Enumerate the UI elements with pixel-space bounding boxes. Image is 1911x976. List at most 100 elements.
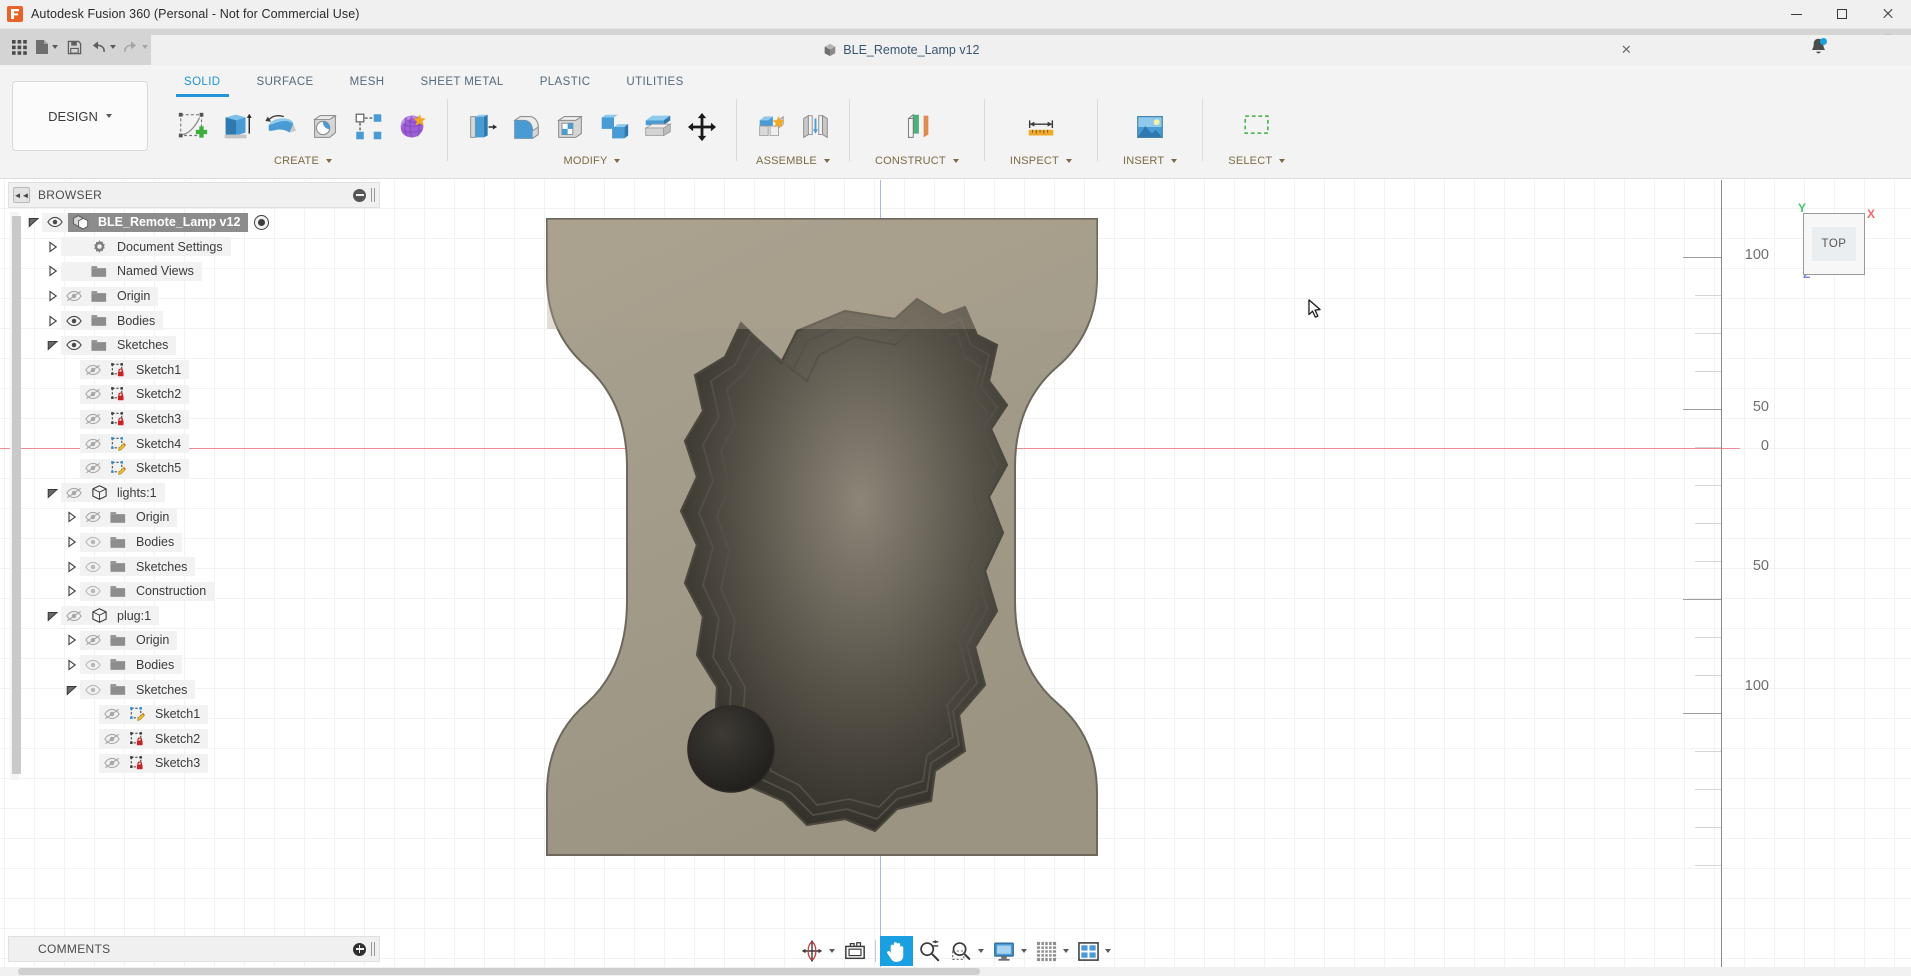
tree-item-sketch2[interactable]: Sketch2 <box>8 382 380 407</box>
offset-plane-button[interactable] <box>893 103 941 151</box>
zoom-tool-button[interactable] <box>913 936 945 966</box>
offset-face-button[interactable] <box>637 103 679 151</box>
tree-item-sketch3[interactable]: Sketch3 <box>8 751 380 776</box>
tree-item-origin[interactable]: Origin <box>8 284 380 309</box>
eye-hidden-icon[interactable] <box>61 286 87 306</box>
look-at-tool-button[interactable] <box>839 936 871 966</box>
tree-item-construction[interactable]: Construction <box>8 579 380 604</box>
tree-item-sketch1[interactable]: Sketch1 <box>8 702 380 727</box>
eye-visible-icon[interactable] <box>80 532 106 552</box>
tree-item-bodies[interactable]: Bodies <box>8 308 380 333</box>
tree-item-document-settings[interactable]: Document Settings <box>8 235 380 260</box>
expander-collapsed-icon[interactable] <box>64 534 80 550</box>
expander-collapsed-icon[interactable] <box>45 263 61 279</box>
new-component-button[interactable] <box>750 103 792 151</box>
tab-mesh[interactable]: MESH <box>332 69 403 97</box>
horizontal-scrollbar-thumb[interactable] <box>18 968 980 975</box>
tree-item-sketch2[interactable]: Sketch2 <box>8 726 380 751</box>
form-button[interactable] <box>392 103 434 151</box>
measure-button[interactable] <box>1017 103 1065 151</box>
press-pull-button[interactable] <box>461 103 503 151</box>
tree-item-sketch3[interactable]: Sketch3 <box>8 407 380 432</box>
workspace-selector[interactable]: DESIGN <box>12 81 148 151</box>
eye-hidden-icon[interactable] <box>80 409 106 429</box>
expander-expanded-icon[interactable] <box>64 682 80 698</box>
tree-item-named-views[interactable]: Named Views <box>8 259 380 284</box>
expander-expanded-icon[interactable] <box>26 214 42 230</box>
redo-button[interactable] <box>119 31 151 63</box>
close-window-button[interactable] <box>1865 0 1911 29</box>
tree-item-bodies[interactable]: Bodies <box>8 653 380 678</box>
extrude-button[interactable] <box>216 103 258 151</box>
eye-hidden-icon[interactable] <box>61 483 87 503</box>
joint-button[interactable] <box>794 103 836 151</box>
fit-tool-button[interactable] <box>945 936 988 966</box>
tree-item-sketches[interactable]: Sketches <box>8 677 380 702</box>
expander-expanded-icon[interactable] <box>45 608 61 624</box>
combine-button[interactable] <box>593 103 635 151</box>
eye-hidden-icon[interactable] <box>99 753 125 773</box>
eye-visible-icon[interactable] <box>42 212 68 232</box>
eye-visible-icon[interactable] <box>80 680 106 700</box>
ribbon-group-select-label[interactable]: SELECT <box>1228 155 1286 167</box>
eye-hidden-icon[interactable] <box>80 384 106 404</box>
tree-item-lights-1[interactable]: lights:1 <box>8 481 380 506</box>
fillet-button[interactable] <box>505 103 547 151</box>
eye-hidden-icon[interactable] <box>80 434 106 454</box>
panel-grip-icon[interactable] <box>371 188 375 202</box>
orbit-tool-button[interactable] <box>796 936 839 966</box>
eye-visible-icon[interactable] <box>80 557 106 577</box>
new-file-button[interactable] <box>32 31 61 63</box>
maximize-button[interactable] <box>1819 0 1865 29</box>
view-cube[interactable]: Y X Z TOP <box>1795 201 1875 283</box>
minimize-button[interactable] <box>1773 0 1819 29</box>
eye-hidden-icon[interactable] <box>80 360 106 380</box>
eye-hidden-icon[interactable] <box>80 507 106 527</box>
tree-item-sketch5[interactable]: Sketch5 <box>8 456 380 481</box>
notifications-button[interactable] <box>1803 33 1833 61</box>
eye-hidden-icon[interactable] <box>61 606 87 626</box>
tree-item-sketch1[interactable]: Sketch1 <box>8 358 380 383</box>
tab-solid[interactable]: SOLID <box>166 69 239 97</box>
display-settings-button[interactable] <box>988 936 1031 966</box>
tab-surface[interactable]: SURFACE <box>239 69 332 97</box>
undo-button[interactable] <box>87 31 119 63</box>
grid-snaps-button[interactable] <box>1031 936 1073 966</box>
expander-collapsed-icon[interactable] <box>45 313 61 329</box>
eye-visible-icon[interactable] <box>61 335 87 355</box>
eye-hidden-icon[interactable] <box>99 729 125 749</box>
add-comment-icon[interactable] <box>353 942 366 956</box>
expander-collapsed-icon[interactable] <box>64 583 80 599</box>
component-activate-radio[interactable] <box>254 214 270 230</box>
ribbon-group-modify-label[interactable]: MODIFY <box>564 155 621 167</box>
app-grid-button[interactable] <box>6 31 32 63</box>
pattern-button[interactable] <box>348 103 390 151</box>
expander-collapsed-icon[interactable] <box>64 509 80 525</box>
tree-item-sketch4[interactable]: Sketch4 <box>8 431 380 456</box>
tree-item-origin[interactable]: Origin <box>8 505 380 530</box>
tree-item-origin[interactable]: Origin <box>8 628 380 653</box>
eye-visible-icon[interactable] <box>80 581 106 601</box>
eye-visible-icon[interactable] <box>80 655 106 675</box>
insert-image-button[interactable] <box>1126 103 1174 151</box>
view-cube-top-face[interactable]: TOP <box>1803 213 1865 275</box>
collapse-left-icon[interactable]: ◄◄ <box>13 187 30 203</box>
eye-visible-icon[interactable] <box>61 311 87 331</box>
horizontal-scrollbar[interactable] <box>0 967 1911 976</box>
shell-button[interactable] <box>549 103 591 151</box>
tab-plastic[interactable]: PLASTIC <box>522 69 609 97</box>
browser-options-icon[interactable] <box>353 188 366 202</box>
eye-hidden-icon[interactable] <box>99 704 125 724</box>
panel-grip-icon[interactable] <box>371 942 375 956</box>
expander-expanded-icon[interactable] <box>45 337 61 353</box>
eye-hidden-icon[interactable] <box>80 630 106 650</box>
tree-item-sketches[interactable]: Sketches <box>8 333 380 358</box>
tree-item-sketches[interactable]: Sketches <box>8 554 380 579</box>
tree-item-bodies[interactable]: Bodies <box>8 530 380 555</box>
expander-collapsed-icon[interactable] <box>64 632 80 648</box>
select-button[interactable] <box>1233 103 1281 151</box>
sphere-button[interactable] <box>304 103 346 151</box>
expander-collapsed-icon[interactable] <box>64 559 80 575</box>
document-tab-close-button[interactable]: ✕ <box>1621 43 1632 56</box>
tree-item-plug-1[interactable]: plug:1 <box>8 604 380 629</box>
